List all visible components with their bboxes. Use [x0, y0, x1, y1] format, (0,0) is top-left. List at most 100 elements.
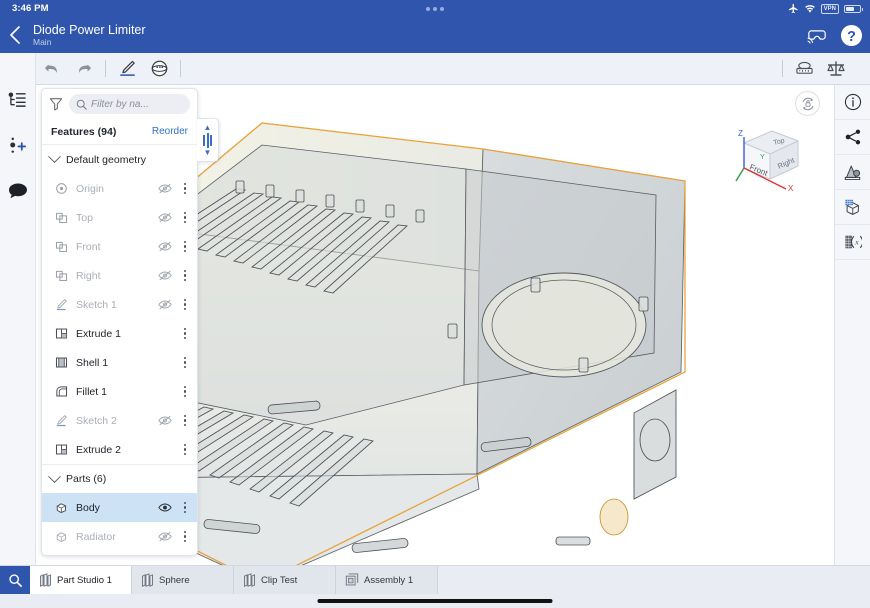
feature-row-origin[interactable]: Origin	[42, 174, 197, 203]
sketch-tool-button[interactable]	[111, 53, 143, 85]
features-header: Features (94) Reorder	[42, 119, 197, 145]
redo-button[interactable]	[68, 53, 100, 85]
tab-part-studio-1[interactable]: Part Studio 1	[30, 566, 132, 594]
info-icon[interactable]	[834, 85, 870, 120]
row-menu-button[interactable]	[179, 270, 191, 281]
assembly-icon	[345, 573, 359, 586]
measure-icon[interactable]	[788, 53, 820, 85]
group-label: Parts (6)	[66, 473, 107, 485]
search-placeholder: Filter by na...	[91, 98, 149, 110]
feature-row-fillet-1[interactable]: Fillet 1	[42, 377, 197, 406]
feature-row-sketch-1[interactable]: Sketch 1	[42, 290, 197, 319]
feature-row-front[interactable]: Front	[42, 232, 197, 261]
plane-icon	[54, 239, 69, 254]
rollback-grip-icon	[203, 132, 212, 148]
row-menu-button[interactable]	[179, 241, 191, 252]
row-menu-button[interactable]	[179, 212, 191, 223]
part-label: Body	[76, 501, 100, 514]
view-cube[interactable]: Top Front Right Z Y X	[722, 119, 812, 199]
svg-text:x: x	[854, 239, 859, 247]
feature-row-shell-1[interactable]: Shell 1	[42, 348, 197, 377]
feature-tree: Default geometry Origin Top Front Right …	[42, 145, 197, 555]
group-parts[interactable]: Parts (6)	[42, 464, 197, 493]
row-menu-button[interactable]	[179, 357, 191, 368]
circular-boss	[481, 272, 647, 378]
part-row-radiator[interactable]: Radiator	[42, 522, 197, 551]
row-menu-button[interactable]	[179, 444, 191, 455]
filter-icon[interactable]	[49, 97, 63, 111]
tab-label: Sphere	[159, 574, 190, 586]
tab-sphere[interactable]: Sphere	[132, 566, 234, 594]
row-menu-button[interactable]	[179, 415, 191, 426]
tab-clip-test[interactable]: Clip Test	[234, 566, 336, 594]
multitasking-handle-icon[interactable]	[426, 6, 444, 11]
part-label: Radiator	[76, 530, 116, 543]
part-row-body[interactable]: Body	[42, 493, 197, 522]
row-menu-button[interactable]	[179, 531, 191, 542]
row-menu-button[interactable]	[179, 183, 191, 194]
feature-row-extrude-2[interactable]: Extrude 2	[42, 435, 197, 464]
group-default-geometry[interactable]: Default geometry	[42, 145, 197, 174]
visibility-toggle[interactable]	[158, 211, 172, 225]
visibility-toggle[interactable]	[158, 501, 172, 515]
workspace-label: Main	[33, 36, 52, 47]
share-icon[interactable]	[834, 120, 870, 155]
feature-label: Sketch 2	[76, 414, 117, 427]
visibility-toggle[interactable]	[158, 269, 172, 283]
feature-list-icon[interactable]	[4, 86, 32, 112]
feature-row-top[interactable]: Top	[42, 203, 197, 232]
tab-bar: Part Studio 1 Sphere Clip Test Assembly …	[0, 565, 870, 608]
reorder-button[interactable]: Reorder	[152, 126, 188, 137]
visibility-toggle[interactable]	[158, 414, 172, 428]
row-menu-button[interactable]	[179, 502, 191, 513]
search-input[interactable]: Filter by na...	[69, 94, 190, 114]
primitive-tool-button[interactable]	[143, 53, 175, 85]
part-studio-icon	[142, 573, 153, 587]
feature-row-right[interactable]: Right	[42, 261, 197, 290]
chevron-down-icon	[48, 469, 61, 483]
display-state-icon[interactable]	[834, 190, 870, 225]
visibility-toggle[interactable]	[158, 182, 172, 196]
plane-icon	[54, 210, 69, 225]
tab-assembly-1[interactable]: Assembly 1	[336, 566, 438, 594]
versions-icon[interactable]	[4, 132, 32, 158]
visibility-toggle[interactable]	[158, 240, 172, 254]
ar-headset-icon[interactable]	[804, 22, 830, 48]
document-title-block[interactable]: Diode Power Limiter Main	[33, 23, 146, 48]
onshape-app-window: 3:46 PM VPN Diode Power Limiter Main ? T…	[0, 0, 870, 608]
row-menu-button[interactable]	[179, 386, 191, 397]
toolbar-divider-2	[180, 60, 181, 77]
mass-properties-icon[interactable]	[820, 53, 852, 85]
comments-icon[interactable]	[4, 178, 32, 204]
visibility-toggle[interactable]	[158, 298, 172, 312]
tab-label: Clip Test	[261, 574, 298, 586]
help-icon[interactable]: ?	[838, 22, 864, 48]
undo-button[interactable]	[36, 53, 68, 85]
feature-label: Extrude 2	[76, 443, 121, 456]
feature-row-sketch-2[interactable]: Sketch 2	[42, 406, 197, 435]
sketch-icon	[54, 413, 69, 428]
orientation-lock-button[interactable]	[795, 91, 820, 116]
back-button[interactable]	[0, 17, 30, 53]
extrude-icon	[54, 442, 69, 457]
chevron-up-icon[interactable]: ▲	[204, 123, 212, 131]
appearance-icon[interactable]	[834, 155, 870, 190]
app-header: Diode Power Limiter Main ?	[0, 17, 870, 53]
sketch-icon	[54, 297, 69, 312]
chevron-down-icon[interactable]: ▼	[204, 148, 212, 156]
feature-label: Top	[76, 211, 93, 224]
variables-icon[interactable]: x	[834, 225, 870, 260]
feature-label: Origin	[76, 182, 105, 195]
feature-row-extrude-1[interactable]: Extrude 1	[42, 319, 197, 348]
row-menu-button[interactable]	[179, 299, 191, 310]
features-count-label: Features (94)	[51, 125, 117, 138]
panel-search-row: Filter by na...	[42, 89, 197, 119]
row-menu-button[interactable]	[179, 328, 191, 339]
tab-search-button[interactable]	[0, 566, 30, 594]
status-time: 3:46 PM	[12, 3, 49, 14]
feature-label: Right	[76, 269, 101, 282]
right-rail: x	[834, 85, 870, 565]
search-icon	[76, 99, 87, 110]
rollback-bar-handle[interactable]: ▲ ▼	[197, 118, 219, 162]
visibility-toggle[interactable]	[158, 530, 172, 544]
